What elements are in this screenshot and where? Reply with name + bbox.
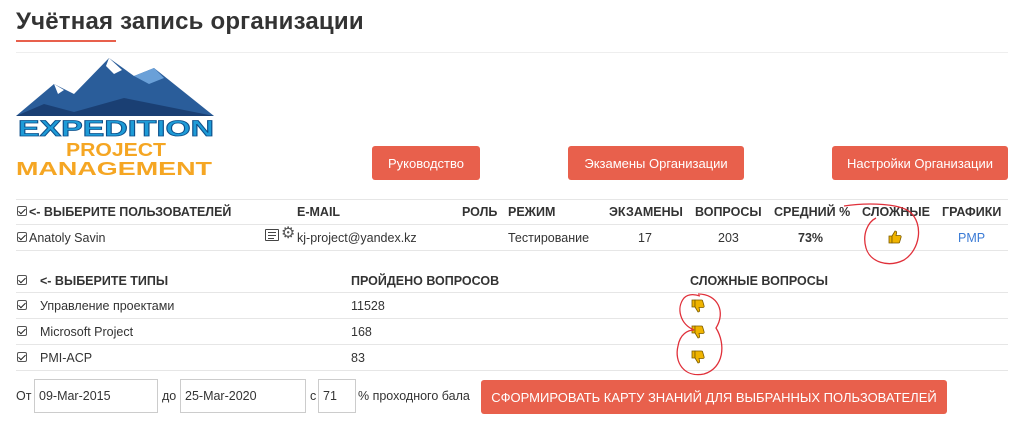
- header-questions: ВОПРОСЫ: [695, 205, 762, 219]
- to-label: до: [162, 389, 177, 403]
- header-charts: ГРАФИКИ: [942, 205, 1002, 219]
- select-all-types-checkbox[interactable]: [17, 275, 27, 285]
- header-mode: РЕЖИМ: [508, 205, 556, 219]
- type-checkbox[interactable]: [17, 352, 27, 362]
- logo-line2: PROJECT: [66, 140, 166, 160]
- header-hard-questions: СЛОЖНЫЕ ВОПРОСЫ: [690, 274, 829, 288]
- to-date-input[interactable]: [180, 379, 306, 413]
- title-underline: [16, 40, 116, 42]
- logo-line3: MANAGEMENT: [16, 159, 212, 179]
- user-average: 73%: [798, 231, 824, 245]
- users-table-top-rule: [16, 199, 1008, 200]
- header-select-users: <- ВЫБЕРИТЕ ПОЛЬЗОВАТЕЛЕЙ: [29, 205, 232, 219]
- row-divider: [16, 344, 1008, 345]
- header-select-types: <- ВЫБЕРИТЕ ТИПЫ: [40, 274, 169, 288]
- type-checkbox[interactable]: [17, 326, 27, 336]
- types-bottom-rule: [16, 370, 1008, 371]
- expedition-pm-logo: EXPEDITION PROJECT MANAGEMENT: [14, 54, 218, 182]
- users-header-rule: [16, 224, 1008, 225]
- with-label: с: [310, 389, 317, 403]
- org-settings-button[interactable]: Настройки Организации: [832, 146, 1008, 180]
- guide-button[interactable]: Руководство: [372, 146, 480, 180]
- org-exams-button[interactable]: Экзамены Организации: [568, 146, 744, 180]
- type-name: Управление проектами: [40, 299, 175, 313]
- row-divider: [16, 318, 1008, 319]
- header-passed: ПРОЙДЕНО ВОПРОСОВ: [351, 274, 500, 288]
- from-date-input[interactable]: [34, 379, 158, 413]
- percent-label: % проходного бала: [358, 389, 470, 403]
- user-questions: 203: [718, 231, 739, 245]
- from-label: От: [16, 389, 32, 403]
- user-exams: 17: [638, 231, 652, 245]
- thumbs-down-icon[interactable]: [691, 299, 705, 313]
- gear-icon[interactable]: ⚙: [281, 226, 295, 242]
- type-passed: 11528: [351, 299, 385, 313]
- logo-line1: EXPEDITION: [18, 116, 214, 141]
- thumbs-up-icon[interactable]: [888, 230, 902, 244]
- types-header-rule: [16, 292, 1008, 293]
- header-hard: СЛОЖНЫЕ: [862, 205, 930, 219]
- header-exams: ЭКЗАМЕНЫ: [609, 205, 683, 219]
- header-average: СРЕДНИЙ %: [774, 205, 851, 219]
- thumbs-down-icon[interactable]: [691, 325, 705, 339]
- type-passed: 168: [351, 325, 372, 339]
- user-checkbox[interactable]: [17, 232, 27, 242]
- user-name: Anatoly Savin: [29, 231, 106, 245]
- passing-percent-input[interactable]: [318, 379, 356, 413]
- generate-knowledge-map-button[interactable]: СФОРМИРОВАТЬ КАРТУ ЗНАНИЙ ДЛЯ ВЫБРАННЫХ …: [481, 380, 947, 414]
- thumbs-down-icon[interactable]: [691, 350, 705, 364]
- notes-icon[interactable]: [265, 229, 279, 241]
- type-checkbox[interactable]: [17, 300, 27, 310]
- type-name: PMI-ACP: [40, 351, 93, 365]
- users-bottom-rule: [16, 250, 1008, 251]
- user-mode: Тестирование: [508, 231, 590, 245]
- header-role: РОЛЬ: [462, 205, 498, 219]
- charts-link-pmp[interactable]: PMP: [958, 231, 985, 245]
- select-all-users-checkbox[interactable]: [17, 206, 27, 216]
- user-email: kj-project@yandex.kz: [297, 231, 417, 245]
- type-name: Microsoft Project: [40, 325, 134, 339]
- title-divider: [16, 52, 1008, 53]
- type-passed: 83: [351, 351, 365, 365]
- page-title: Учётная запись организации: [16, 8, 364, 35]
- header-email: E-MAIL: [297, 205, 341, 219]
